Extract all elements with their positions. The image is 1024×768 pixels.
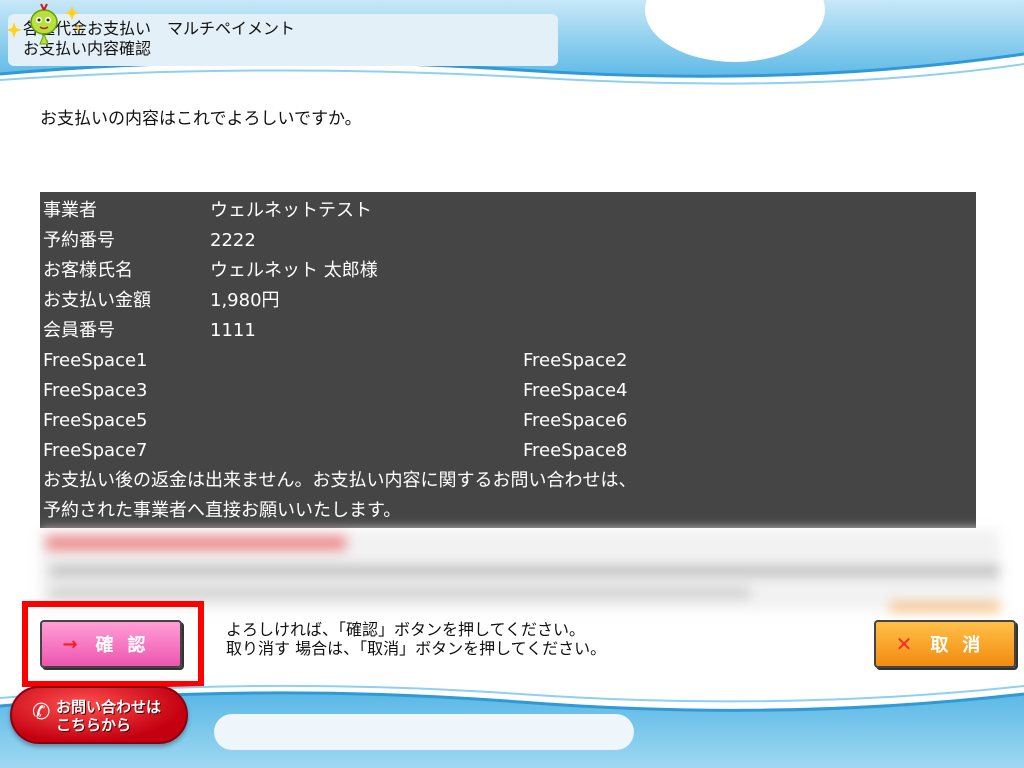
cancel-button[interactable]: ✕ 取消: [874, 620, 1016, 668]
detail-label: お支払い金額: [43, 290, 151, 311]
detail-value: 1111: [210, 320, 256, 341]
detail-label: 事業者: [43, 200, 97, 221]
free-space-right: FreeSpace2: [523, 350, 628, 371]
free-space-left: FreeSpace5: [43, 410, 148, 431]
page-title-box: 各種代金お支払い マルチペイメント お支払い内容確認: [8, 14, 558, 66]
free-space-left: FreeSpace3: [43, 380, 148, 401]
detail-row: 会員番号 1111: [40, 316, 976, 346]
detail-row: お客様氏名 ウェルネット 太郎様: [40, 256, 976, 286]
detail-value: ウェルネットテスト: [210, 200, 372, 221]
detail-row: 事業者 ウェルネットテスト: [40, 196, 976, 226]
payment-details-panel: 事業者 ウェルネットテスト 予約番号 2222 お客様氏名 ウェルネット 太郎様…: [40, 192, 976, 528]
detail-value: ウェルネット 太郎様: [210, 260, 378, 281]
detail-value: 2222: [210, 230, 256, 251]
contact-us-line1: お問い合わせは: [56, 698, 162, 716]
header: 各種代金お支払い マルチペイメント お支払い内容確認: [0, 0, 1024, 92]
instructions: よろしければ、「確認」ボタンを押してください。 取り消す 場合は、「取消」ボタン…: [226, 620, 606, 658]
free-space-row: FreeSpace3 FreeSpace4: [40, 376, 976, 406]
arrow-right-icon: →: [62, 633, 78, 655]
instruction-line: 取り消す 場合は、「取消」ボタンを押してください。: [226, 639, 607, 658]
footer-pill: [214, 714, 634, 750]
cancel-button-label: 取消: [930, 635, 995, 656]
phone-icon: ✆: [32, 700, 51, 725]
detail-label: 予約番号: [43, 230, 115, 251]
mascot-icon: [6, 3, 82, 45]
confirmation-question: お支払いの内容はこれでよろしいですか。: [40, 109, 362, 129]
refund-note-line1: お支払い後の返金は出来ません。お支払い内容に関するお問い合わせは、: [43, 470, 637, 491]
free-space-right: FreeSpace4: [523, 380, 628, 401]
detail-label: お客様氏名: [43, 260, 133, 281]
free-space-right: FreeSpace6: [523, 410, 628, 431]
page-title-category: 各種代金お支払い マルチペイメント: [23, 19, 296, 38]
free-space-row: FreeSpace7 FreeSpace8: [40, 436, 976, 466]
contact-us-label: お問い合わせは こちらから: [56, 698, 186, 734]
free-space-right: FreeSpace8: [523, 440, 628, 461]
contact-us-button[interactable]: ✆ お問い合わせは こちらから: [10, 686, 188, 744]
confirm-button-label: 確認: [95, 635, 160, 656]
detail-row: お支払い金額 1,980円: [40, 286, 976, 316]
free-space-left: FreeSpace7: [43, 440, 148, 461]
free-space-row: FreeSpace5 FreeSpace6: [40, 406, 976, 436]
detail-value: 1,980円: [210, 290, 280, 311]
free-space-row: FreeSpace1 FreeSpace2: [40, 346, 976, 376]
blurred-content: [40, 530, 1000, 610]
detail-label: 会員番号: [43, 320, 115, 341]
free-space-left: FreeSpace1: [43, 350, 148, 371]
contact-us-line2: こちらから: [56, 716, 132, 734]
page-title: お支払い内容確認: [23, 39, 152, 58]
x-icon: ✕: [895, 632, 913, 656]
detail-row: 予約番号 2222: [40, 226, 976, 256]
refund-note-line2: 予約された事業者へ直接お願いいたします。: [43, 500, 402, 521]
instruction-line: よろしければ、「確認」ボタンを押してください。: [226, 620, 586, 639]
confirm-button[interactable]: → 確認: [40, 620, 182, 668]
